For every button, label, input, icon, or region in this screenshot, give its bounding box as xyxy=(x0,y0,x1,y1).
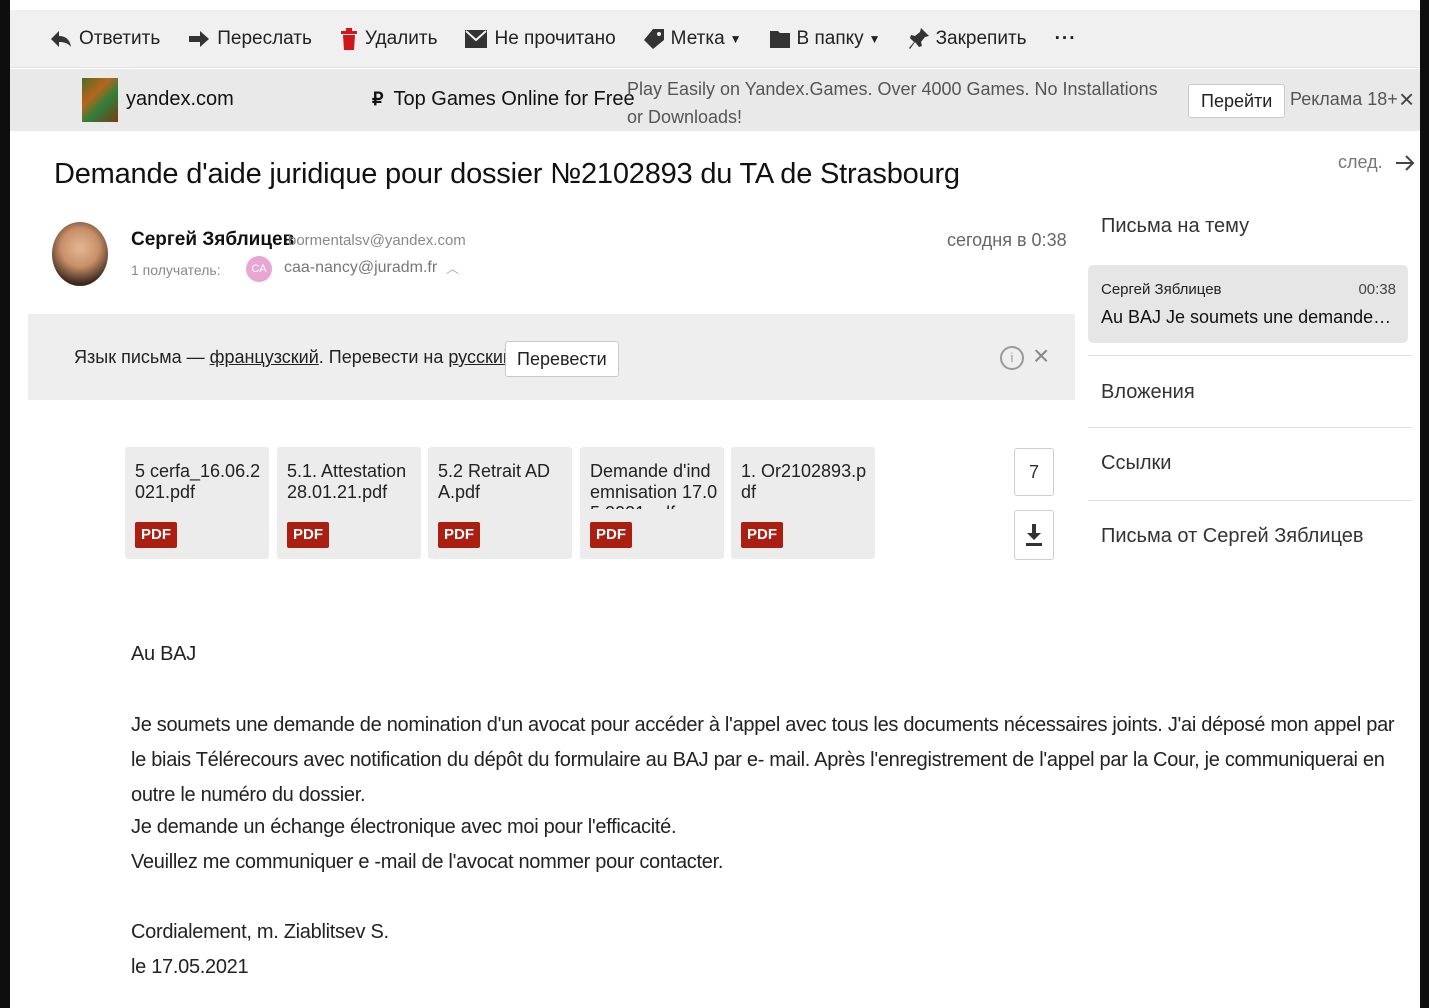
recipient-avatar: CA xyxy=(246,256,272,282)
move-to-folder-label: В папку xyxy=(796,27,864,49)
delete-button[interactable]: Удалить xyxy=(340,27,438,50)
delete-label: Удалить xyxy=(364,27,438,49)
more-button[interactable]: ··· xyxy=(1055,28,1077,50)
translate-prefix: Язык письма — xyxy=(74,347,210,367)
thread-item[interactable]: Сергей Зяблицев 00:38 Au BAJ Je soumets … xyxy=(1088,265,1408,343)
source-language-link[interactable]: французский xyxy=(210,347,319,367)
ad-domain[interactable]: yandex.com xyxy=(126,88,234,111)
body-line: Veuillez me communiquer e -mail de l'avo… xyxy=(131,851,724,873)
mark-unread-label: Не прочитано xyxy=(494,27,616,49)
translate-middle: . Перевести на xyxy=(318,347,449,367)
body-date: le 17.05.2021 xyxy=(131,956,249,978)
attachment-name: Demande d'indemnisation 17.05.2021.pdf xyxy=(590,461,718,509)
pdf-badge: PDF xyxy=(135,522,177,548)
attachments-count-button[interactable]: 7 xyxy=(1014,448,1054,496)
attachment-name: 5.1. Attestation 28.01.21.pdf xyxy=(287,461,407,502)
pdf-badge: PDF xyxy=(287,522,329,548)
thread-item-time: 00:38 xyxy=(1358,281,1396,298)
ad-title-link[interactable]: ₽ Top Games Online for Free xyxy=(372,88,635,111)
attachment-name: 1. Or2102893.pdf xyxy=(741,461,867,502)
message-toolbar: Ответить Переслать Удалить Не прочитано … xyxy=(10,10,1420,68)
envelope-icon xyxy=(465,29,488,48)
forward-label: Переслать xyxy=(217,27,312,49)
ad-go-button[interactable]: Перейти xyxy=(1188,84,1286,118)
chevron-down-icon: ▼ xyxy=(729,31,742,46)
ad-label: Реклама 18+ xyxy=(1290,89,1398,109)
translate-close-icon[interactable]: × xyxy=(1033,341,1049,371)
attachment-card[interactable]: 1. Or2102893.pdf PDF xyxy=(731,447,875,559)
chevron-down-icon: ▼ xyxy=(868,31,881,46)
attachment-card[interactable]: Demande d'indemnisation 17.05.2021.pdf P… xyxy=(580,447,724,559)
mail-window: Ответить Переслать Удалить Не прочитано … xyxy=(10,0,1420,1008)
ad-title: Top Games Online for Free xyxy=(393,88,635,110)
body-greeting: Au BAJ xyxy=(131,643,196,665)
sender-name[interactable]: Сергей Зяблицев xyxy=(131,229,294,251)
sender-email[interactable]: bormentalsv@yandex.com xyxy=(288,232,466,249)
download-all-button[interactable] xyxy=(1014,510,1054,560)
ad-thumbnail[interactable] xyxy=(82,78,118,122)
attachment-card[interactable]: 5.2 Retrait ADA.pdf PDF xyxy=(428,447,572,559)
message-date: сегодня в 0:38 xyxy=(947,230,1067,250)
move-to-folder-dropdown[interactable]: В папку ▼ xyxy=(769,27,881,50)
divider xyxy=(1088,500,1412,501)
message-subject: Demande d'aide juridique pour dossier №2… xyxy=(54,158,960,190)
recipient-email[interactable]: caa-nancy@juradm.fr xyxy=(284,259,437,277)
thread-title[interactable]: Письма на тему xyxy=(1101,215,1249,238)
translate-bar: Язык письма — французский. Перевести на … xyxy=(28,314,1075,400)
attachment-name: 5.2 Retrait ADA.pdf xyxy=(438,461,551,502)
pdf-badge: PDF xyxy=(741,522,783,548)
tag-icon xyxy=(643,28,664,49)
pdf-badge: PDF xyxy=(590,522,632,548)
pin-icon xyxy=(908,27,929,49)
ruble-icon: ₽ xyxy=(372,89,384,109)
forward-arrow-icon xyxy=(189,30,210,47)
forward-button[interactable]: Переслать xyxy=(188,28,312,50)
translate-prompt: Язык письма — французский. Перевести на … xyxy=(74,347,523,368)
trash-icon xyxy=(340,27,357,50)
sidebar-from-sender-link[interactable]: Письма от Сергей Зяблицев xyxy=(1101,525,1363,548)
sidebar-attachments-link[interactable]: Вложения xyxy=(1101,381,1195,404)
attachment-name: 5 cerfa_16.06.2021.pdf xyxy=(135,461,261,502)
body-paragraph: Je soumets une demande de nomination d'u… xyxy=(131,714,1395,806)
label-dropdown[interactable]: Метка ▼ xyxy=(643,27,742,50)
reply-button[interactable]: Ответить xyxy=(50,28,160,50)
pdf-badge: PDF xyxy=(438,522,480,548)
download-icon xyxy=(1026,524,1042,546)
thread-item-snippet: Au BAJ Je soumets une demande de nominat… xyxy=(1101,307,1396,327)
attachment-card[interactable]: 5.1. Attestation 28.01.21.pdf PDF xyxy=(277,447,421,559)
arrow-right-icon xyxy=(1395,154,1415,171)
ad-close-icon[interactable]: × xyxy=(1399,84,1414,114)
target-language-link[interactable]: русский xyxy=(448,347,513,367)
sender-avatar[interactable] xyxy=(52,222,108,286)
next-message-link[interactable]: след. xyxy=(1338,152,1415,173)
ad-banner: yandex.com ₽ Top Games Online for Free P… xyxy=(10,69,1420,131)
attachment-card[interactable]: 5 cerfa_16.06.2021.pdf PDF xyxy=(125,447,269,559)
chevron-up-icon[interactable]: ︿ xyxy=(446,258,459,277)
divider xyxy=(1088,355,1412,356)
folder-icon xyxy=(769,30,790,48)
ad-description[interactable]: Play Easily on Yandex.Games. Over 4000 G… xyxy=(627,75,1167,131)
reply-icon xyxy=(51,30,71,47)
pin-label: Закрепить xyxy=(935,27,1027,49)
next-label: след. xyxy=(1338,152,1383,172)
translate-button[interactable]: Перевести xyxy=(505,341,619,377)
pin-button[interactable]: Закрепить xyxy=(908,27,1027,50)
reply-label: Ответить xyxy=(79,27,161,49)
body-line: Je demande un échange électronique avec … xyxy=(131,816,677,838)
label-label: Метка xyxy=(670,27,725,49)
body-signature: Cordialement, m. Ziablitsev S. xyxy=(131,921,389,943)
recipients-label: 1 получатель: xyxy=(131,262,221,278)
mark-unread-button[interactable]: Не прочитано xyxy=(465,27,616,50)
divider xyxy=(1088,427,1412,428)
more-icon: ··· xyxy=(1054,27,1077,49)
info-icon[interactable]: i xyxy=(1000,346,1024,370)
thread-item-sender: Сергей Зяблицев xyxy=(1101,281,1222,298)
sidebar-links-link[interactable]: Ссылки xyxy=(1101,452,1171,475)
